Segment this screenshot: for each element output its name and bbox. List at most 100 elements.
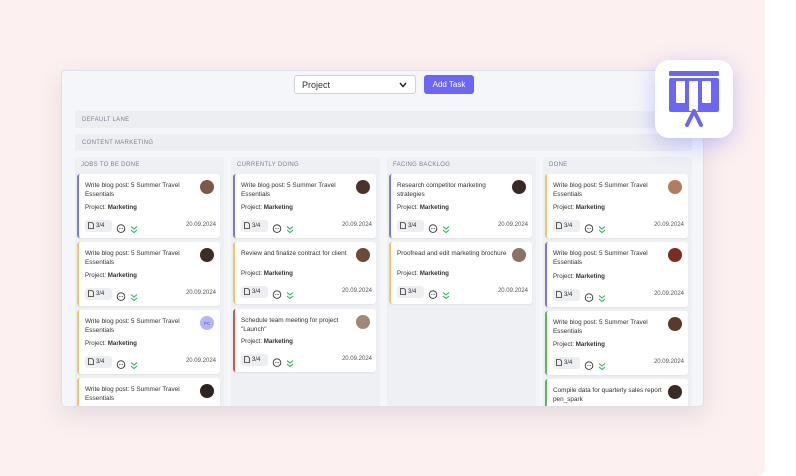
card-footer: 3/4 20.09.2024 bbox=[241, 220, 372, 234]
column-title: FACING BACKLOG bbox=[393, 162, 451, 168]
comment-icon[interactable] bbox=[272, 221, 282, 233]
assignee-avatar[interactable]: PC bbox=[200, 316, 214, 330]
card-project: Project: Marketing bbox=[553, 341, 605, 348]
assignee-avatar[interactable] bbox=[200, 384, 214, 398]
due-date: 20.09.2024 bbox=[341, 356, 372, 362]
card-title: Write blog post: 5 Summer Travel Essenti… bbox=[553, 182, 648, 198]
assignee-avatar[interactable] bbox=[668, 248, 682, 262]
assignee-avatar[interactable] bbox=[356, 180, 370, 194]
subtasks-chip[interactable]: 3/4 bbox=[241, 286, 268, 298]
assignee-avatar[interactable] bbox=[356, 248, 370, 262]
task-card[interactable]: Proofread and edit marketing brochure Pr… bbox=[389, 242, 532, 304]
document-icon bbox=[400, 221, 406, 231]
assignee-avatar[interactable] bbox=[668, 317, 682, 331]
subtasks-chip[interactable]: 3/4 bbox=[85, 356, 112, 368]
card-project: Project: Marketing bbox=[85, 340, 137, 347]
due-date: 20.09.2024 bbox=[497, 288, 528, 294]
task-card[interactable]: Review and finalize contract for client … bbox=[233, 242, 376, 304]
card-title: Write blog post: 5 Summer Travel Essenti… bbox=[241, 182, 336, 198]
comment-icon[interactable] bbox=[584, 290, 594, 302]
subtasks-chip[interactable]: 3/4 bbox=[553, 289, 580, 301]
card-title: Research competitor marketing strategies bbox=[397, 182, 486, 198]
subtasks-count: 3/4 bbox=[564, 223, 573, 229]
subtasks-chip[interactable]: 3/4 bbox=[397, 286, 424, 298]
comment-icon[interactable] bbox=[116, 289, 126, 301]
assignee-avatar[interactable] bbox=[668, 180, 682, 194]
card-project: Project: Marketing bbox=[553, 273, 605, 280]
task-card[interactable]: Research competitor marketing strategies… bbox=[389, 174, 532, 238]
document-icon bbox=[244, 355, 250, 365]
document-icon bbox=[244, 287, 250, 297]
comment-icon[interactable] bbox=[584, 221, 594, 233]
card-title: Write blog post: 5 Summer Travel Essenti… bbox=[85, 318, 180, 334]
card-footer: 3/4 20.09.2024 bbox=[553, 357, 684, 371]
comment-icon[interactable] bbox=[272, 355, 282, 367]
card-project: Project: Marketing bbox=[241, 270, 293, 277]
assignee-avatar[interactable] bbox=[512, 180, 526, 194]
subtasks-chip[interactable]: 3/4 bbox=[241, 220, 268, 232]
comment-icon[interactable] bbox=[116, 357, 126, 369]
subtasks-chip[interactable]: 3/4 bbox=[85, 220, 112, 232]
priority-low-icon bbox=[598, 358, 606, 371]
column-currently-doing: CURRENTLY DOING Write blog post: 5 Summe… bbox=[231, 157, 380, 406]
column-facing-backlog: FACING BACKLOG Research competitor marke… bbox=[387, 157, 536, 406]
task-card[interactable]: Compile data for quarterly sales report … bbox=[545, 379, 688, 406]
subtasks-chip[interactable]: 3/4 bbox=[397, 220, 424, 232]
due-date: 20.09.2024 bbox=[653, 359, 684, 365]
priority-low-icon bbox=[130, 221, 138, 234]
card-footer: 3/4 20.09.2024 bbox=[85, 288, 216, 302]
subtasks-chip[interactable]: 3/4 bbox=[553, 220, 580, 232]
task-card[interactable]: Write blog post: 5 Summer Travel Essenti… bbox=[77, 378, 220, 406]
comment-icon[interactable] bbox=[272, 287, 282, 299]
assignee-avatar[interactable] bbox=[668, 385, 682, 399]
subtasks-count: 3/4 bbox=[96, 223, 105, 229]
card-project: Project: Marketing bbox=[85, 204, 137, 211]
subtasks-chip[interactable]: 3/4 bbox=[85, 288, 112, 300]
priority-low-icon bbox=[286, 221, 294, 234]
card-title: Write blog post: 5 Summer Travel Essenti… bbox=[85, 250, 180, 266]
subtasks-count: 3/4 bbox=[252, 223, 261, 229]
task-card[interactable]: Write blog post: 5 Summer Travel Essenti… bbox=[77, 310, 220, 374]
card-title: Write blog post: 5 Summer Travel Essenti… bbox=[85, 182, 180, 198]
comment-icon[interactable] bbox=[428, 221, 438, 233]
lane-header-default[interactable]: DEFAULT LANE bbox=[75, 111, 692, 128]
card-footer: 3/4 20.09.2024 bbox=[553, 289, 684, 303]
project-select[interactable]: Project bbox=[294, 75, 416, 94]
priority-low-icon bbox=[286, 287, 294, 300]
assignee-avatar[interactable] bbox=[200, 180, 214, 194]
add-task-button[interactable]: Add Task bbox=[424, 75, 474, 94]
task-card[interactable]: Write blog post: 5 Summer Travel Essenti… bbox=[545, 174, 688, 238]
subtasks-chip[interactable]: 3/4 bbox=[553, 357, 580, 369]
comment-icon[interactable] bbox=[584, 358, 594, 370]
column-title: JOBS TO BE DONE bbox=[81, 162, 140, 168]
assignee-avatar[interactable] bbox=[356, 315, 370, 329]
comment-icon[interactable] bbox=[428, 287, 438, 299]
task-card[interactable]: Schedule team meeting for project "Launc… bbox=[233, 309, 376, 372]
document-icon bbox=[88, 357, 94, 367]
column-done: DONE Write blog post: 5 Summer Travel Es… bbox=[543, 157, 692, 406]
card-title: Write blog post: 5 Summer Travel Essenti… bbox=[553, 250, 648, 266]
card-project: Project: Marketing bbox=[553, 204, 605, 211]
priority-low-icon bbox=[442, 287, 450, 300]
card-title: Write blog post: 5 Summer Travel Essenti… bbox=[85, 386, 180, 402]
card-title: Review and finalize contract for client bbox=[241, 250, 347, 257]
document-icon bbox=[88, 221, 94, 231]
comment-icon[interactable] bbox=[116, 221, 126, 233]
task-card[interactable]: Write blog post: 5 Summer Travel Essenti… bbox=[233, 174, 376, 238]
task-card[interactable]: Write blog post: 5 Summer Travel Essenti… bbox=[77, 242, 220, 306]
assignee-avatar[interactable] bbox=[512, 248, 526, 262]
card-project: Project: Marketing bbox=[397, 204, 449, 211]
task-card[interactable]: Write blog post: 5 Summer Travel Essenti… bbox=[545, 242, 688, 307]
card-project: Project: Marketing bbox=[241, 204, 293, 211]
lane-header-content-marketing[interactable]: CONTENT MARKETING bbox=[75, 134, 692, 151]
subtasks-count: 3/4 bbox=[408, 223, 417, 229]
task-card[interactable]: Write blog post: 5 Summer Travel Essenti… bbox=[77, 174, 220, 238]
assignee-avatar[interactable] bbox=[200, 248, 214, 262]
task-card[interactable]: Write blog post: 5 Summer Travel Essenti… bbox=[545, 311, 688, 375]
document-icon bbox=[556, 358, 562, 368]
due-date: 20.09.2024 bbox=[185, 290, 216, 296]
kanban-board-window: Project Add Task DEFAULT LANE CONTENT MA… bbox=[61, 70, 704, 407]
priority-low-icon bbox=[286, 355, 294, 368]
subtasks-chip[interactable]: 3/4 bbox=[241, 354, 268, 366]
card-project: Project: Marketing bbox=[397, 270, 449, 277]
